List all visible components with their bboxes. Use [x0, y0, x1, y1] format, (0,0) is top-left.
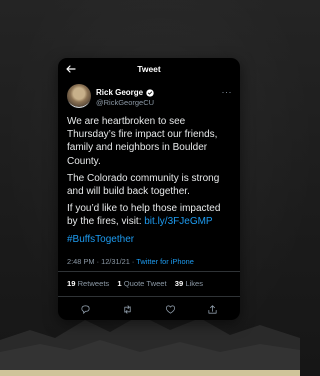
retweet-button[interactable] — [122, 304, 133, 315]
like-icon — [165, 305, 175, 314]
tweet-meta: 2:48 PM · 12/31/21 · Twitter for iPhone — [58, 253, 240, 272]
tweet-author: Rick George @RickGeorgeCU ··· — [58, 80, 240, 112]
author-name-row[interactable]: Rick George — [96, 88, 154, 97]
author-name: Rick George — [96, 88, 144, 97]
retweets-stat[interactable]: 19 Retweets — [67, 279, 109, 288]
tweet-paragraph-4: #BuffsTogether — [67, 233, 231, 246]
tweet-source[interactable]: Twitter for iPhone — [136, 257, 194, 266]
tweet-actions — [58, 297, 240, 320]
tweet-timestamp: 2:48 PM · 12/31/21 · — [67, 256, 137, 266]
bottom-accent-strip — [0, 370, 300, 376]
tweet-text: We are heartbroken to see Thursday’s fir… — [58, 115, 240, 246]
tweet-stats: 19 Retweets 1 Quote Tweet 39 Likes — [58, 272, 240, 297]
tweet-paragraph-2: The Colorado community is strong and wil… — [67, 172, 220, 198]
author-handle: @RickGeorgeCU — [96, 98, 155, 107]
hashtag-link[interactable]: #BuffsTogether — [67, 234, 134, 245]
retweets-count: 19 — [67, 278, 76, 288]
share-icon — [208, 305, 217, 314]
tweet-paragraph-3: If you’d like to help those impacted by … — [67, 202, 231, 228]
reply-icon — [81, 305, 90, 315]
tweet-link[interactable]: bit.ly/3FJeGMP — [144, 216, 212, 227]
likes-count: 39 — [174, 278, 184, 288]
tweet-card: Tweet Rick George @RickGeorgeCU ··· We a… — [58, 58, 240, 320]
retweet-icon — [124, 305, 131, 314]
quotes-stat[interactable]: 1 Quote Tweet — [117, 279, 166, 288]
quotes-label: Quote Tweet — [123, 278, 167, 288]
avatar[interactable] — [67, 84, 91, 108]
share-button[interactable] — [207, 304, 218, 315]
reply-button[interactable] — [80, 304, 91, 315]
page-title: Tweet — [137, 64, 161, 74]
like-button[interactable] — [165, 304, 176, 315]
likes-stat[interactable]: 39 Likes — [175, 279, 203, 288]
verified-badge-icon — [146, 88, 154, 97]
tweet-paragraph-1: We are heartbroken to see Thursday’s fir… — [67, 116, 218, 167]
quotes-count: 1 — [117, 278, 122, 288]
retweets-label: Retweets — [77, 278, 110, 288]
nav-bar: Tweet — [58, 58, 240, 80]
more-icon[interactable]: ··· — [222, 87, 233, 97]
likes-label: Likes — [185, 278, 204, 288]
